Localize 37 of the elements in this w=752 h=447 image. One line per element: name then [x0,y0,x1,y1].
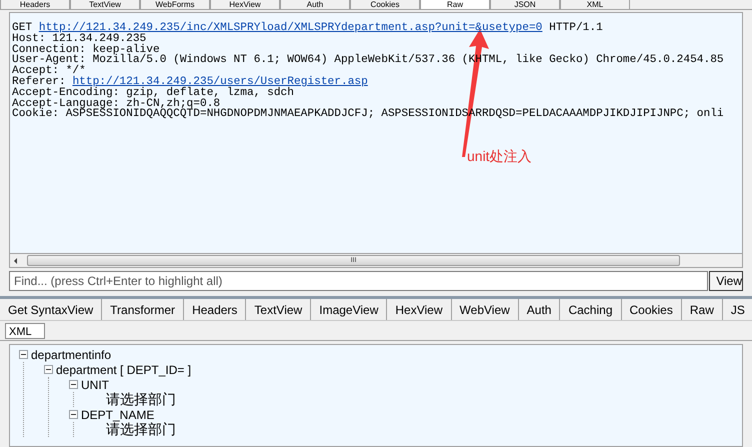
request-line-text: GET [12,23,32,34]
tab[interactable]: Auth [280,0,350,9]
minus-icon [71,412,76,417]
minus-icon [21,352,26,357]
request-line-text: Referer: [12,76,66,88]
collapse-toggle[interactable] [44,365,53,374]
request-line-text: Accept-Encoding: gzip, deflate, lzma, sdch [12,88,294,99]
minus-icon [46,367,51,372]
request-line-text: HTTP/1.1 [548,23,603,34]
tab[interactable]: TextView [70,0,140,9]
tab[interactable]: HexView [210,0,280,9]
tree-node[interactable]: DEPT_NAME [81,408,154,422]
tab[interactable]: Raw [420,0,490,9]
tab[interactable]: Headers [0,0,70,9]
collapse-toggle[interactable] [19,350,28,359]
tab[interactable]: XML [560,0,630,9]
annotation-text: unit处注入 [467,147,532,166]
minus-icon [71,382,76,387]
tree-node[interactable]: UNIT [81,378,109,392]
tab[interactable]: XML [5,322,45,338]
find-field[interactable]: Find... (press Ctrl+Enter to highlight all) [9,271,708,291]
request-line-text: Host: 121.34.249.235 [12,34,146,45]
url-link[interactable]: http://121.34.249.235/users/UserRegister.asp [72,76,368,88]
tree-node[interactable]: 请选择部门 [106,422,176,437]
url-link[interactable]: http://121.34.249.235/inc/XMLSPRYload/XMLSPRYdepartment.asp?unit=&usetype=0 [38,23,542,34]
tab[interactable]: JSON [490,0,560,9]
request-line-text: Accept: */* [12,66,86,77]
collapse-toggle[interactable] [69,410,78,419]
tree-node[interactable]: department [ DEPT_ID= ] [56,362,192,376]
request-line-text: Connection: keep-alive [12,44,160,56]
view-button[interactable]: View [709,271,743,291]
tab[interactable]: WebForms [140,0,210,9]
tree-node[interactable]: 请选择部门 [106,392,176,407]
tab[interactable]: Cookies [350,0,420,9]
request-line-text: Accept-Language: zh-CN,zh;q=0.8 [12,98,220,110]
collapse-toggle[interactable] [69,380,78,389]
tree-node[interactable]: departmentinfo [31,348,112,362]
